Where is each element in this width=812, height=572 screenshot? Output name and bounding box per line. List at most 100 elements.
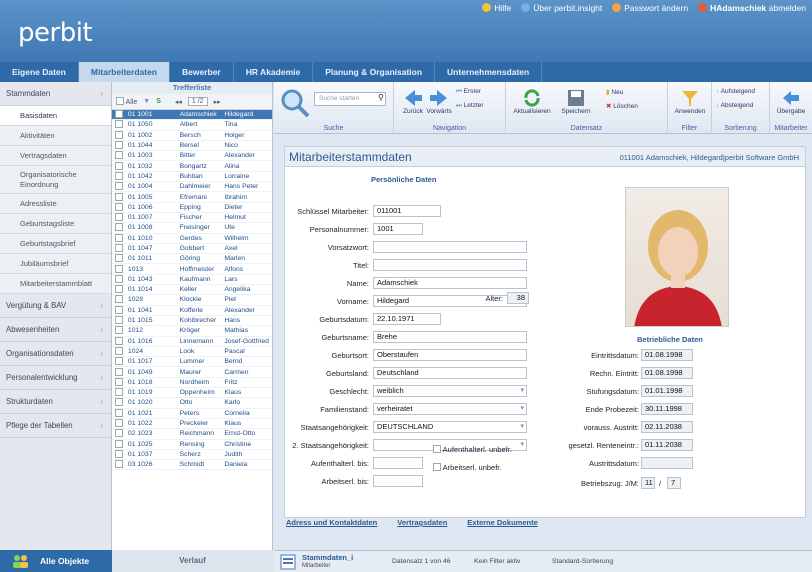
change-password-link[interactable]: Passwort ändern [612,3,688,13]
table-row[interactable]: 01 1018 Nordheim Fritz [112,377,272,389]
table-row[interactable]: 1024 Look Pascal [112,346,272,358]
field-input[interactable]: 1001 [373,223,423,235]
table-row[interactable]: 01 1019 Oppenheim Klaus [112,388,272,399]
back-button[interactable]: Zurück [402,88,424,115]
table-row[interactable]: 01 1006 Epping Dieter [112,202,272,213]
field-input[interactable]: verheiratet [373,403,527,415]
field-input[interactable]: Brehe [373,331,527,343]
row-checkbox[interactable] [112,151,126,160]
refresh-button[interactable]: Aktualisieren [508,88,556,115]
pager-input[interactable]: 1 /2 [187,97,208,106]
pager-next-icon[interactable]: ▸▸ [214,98,221,106]
row-checkbox[interactable] [112,264,126,274]
field-input[interactable]: Adamschiek [373,277,527,289]
table-row[interactable]: 01 1015 Kohlbrecher Hans [112,316,272,327]
table-row[interactable]: 01 1025 Rensing Christine [112,439,272,450]
table-row[interactable]: 01 1037 Scherz Judith [112,449,272,461]
row-checkbox[interactable] [112,377,126,387]
table-row[interactable]: 01 1050 Albert Tina [112,120,272,131]
new-button[interactable]: ▮ Neu [606,88,623,96]
table-row[interactable]: 01 1011 Göring Marlen [112,254,272,265]
apply-filter-button[interactable]: Anwenden [672,88,708,115]
field-input[interactable]: DEUTSCHLAND [373,421,527,433]
tab-bewerber[interactable]: Bewerber [170,62,234,82]
tab-hr-akademie[interactable]: HR Akademie [234,62,314,82]
table-row[interactable]: 01 1032 Bongartz Alina [112,161,272,172]
row-checkbox[interactable] [112,346,126,356]
table-row[interactable]: 01 1049 Maurer Carmen [112,367,272,378]
sidebar-group-stammdaten[interactable]: Stammdaten [0,82,111,106]
search-input[interactable]: Suche starten [314,92,386,106]
row-checkbox[interactable] [112,202,126,212]
forward-button[interactable]: Vorwärts [426,88,452,115]
field-input[interactable] [373,241,527,253]
table-row[interactable]: 01 1005 Efremani Ibrahim [112,192,272,203]
filter-icon[interactable]: ▼ [143,98,150,105]
table-row[interactable]: 1012 Kröger Mathias [112,326,272,337]
row-checkbox[interactable] [112,439,126,449]
row-checkbox[interactable] [112,192,126,202]
field-input[interactable] [373,475,423,487]
sidebar-item-org-einordnung[interactable]: Organisatorische Einordnung [0,166,111,194]
sidebar-item-basisdaten[interactable]: Basisdaten [0,106,111,126]
sidebar-group-organisationsdaten[interactable]: Organisationsdaten [0,342,111,366]
sidebar-item-aktivitaeten[interactable]: Aktivitäten [0,126,111,146]
table-row[interactable]: 02 1023 Reichmann Ernst-Otto [112,429,272,440]
row-checkbox[interactable] [112,460,126,469]
refresh-list-icon[interactable]: S [156,98,161,105]
residence-unlimited-checkbox[interactable]: Aufenthalterl. unbefr. [433,445,512,454]
tab-unternehmensdaten[interactable]: Unternehmensdaten [435,62,543,82]
table-row[interactable]: 01 1008 Freisinger Ute [112,223,272,234]
table-row[interactable]: 01 1017 Lummer Bernd [112,357,272,368]
transfer-button[interactable]: Übergabe [772,88,810,115]
row-checkbox[interactable] [112,233,126,243]
work-permit-unlimited-checkbox[interactable]: Arbeitserl. unbefr. [433,463,501,472]
row-checkbox[interactable] [112,398,126,407]
tab-contract-data[interactable]: Vertragsdaten [397,518,447,527]
field-input[interactable]: Hildegard [373,295,527,307]
table-row[interactable]: 01 1016 Linnemann Josef-Gottfried [112,336,272,347]
save-button[interactable]: Speichern [558,88,594,115]
row-checkbox[interactable] [112,130,126,140]
table-row[interactable]: 01 1042 Buhltan Lorraine [112,171,272,183]
table-row[interactable]: 01 1004 Dahlmeier Hans Peter [112,182,272,193]
row-checkbox[interactable] [112,141,126,150]
table-row[interactable]: 01 1022 Preckeler Klaus [112,419,272,430]
search-icon[interactable]: ⚲ [378,93,384,102]
field-input[interactable] [373,259,527,271]
field-input[interactable] [373,457,423,469]
row-checkbox[interactable] [112,388,126,397]
sidebar-group-strukturdaten[interactable]: Strukturdaten [0,390,111,414]
sidebar-group-personalentwicklung[interactable]: Personalentwicklung [0,366,111,390]
field-input[interactable]: Oberstaufen [373,349,527,361]
logout-link[interactable]: HAdamschiek abmelden [698,3,806,13]
delete-button[interactable]: ✖ Löschen [606,102,638,110]
sidebar-item-stammblatt[interactable]: Mitarbeiterstammblatt [0,274,111,294]
table-row[interactable]: 01 1047 Gobbert Axel [112,244,272,255]
tab-address-contact[interactable]: Adress und Kontaktdaten [286,518,377,527]
magnifier-icon[interactable] [280,88,310,118]
first-button[interactable]: ⏮ Erster [456,88,481,96]
row-checkbox[interactable] [112,449,126,459]
tab-external-docs[interactable]: Externe Dokumente [467,518,537,527]
row-checkbox[interactable] [112,182,126,191]
row-checkbox[interactable] [112,254,126,263]
table-row[interactable]: 01 1001 Adamschiek Hildegard [112,110,272,121]
table-row[interactable]: 01 1010 Gerdes Wilhelm [112,233,272,244]
table-row[interactable]: 01 1041 Kofferle Alexander [112,305,272,316]
select-all-checkbox[interactable]: Alle [116,97,137,106]
row-checkbox[interactable] [112,305,126,315]
row-checkbox[interactable] [112,367,126,377]
sidebar-item-vertragsdaten[interactable]: Vertragsdaten [0,146,111,166]
table-row[interactable]: 1028 Klockie Piet [112,295,272,306]
sidebar-group-verguetung[interactable]: Vergütung & BAV [0,294,111,318]
field-input[interactable]: 011001 [373,205,441,217]
row-checkbox[interactable] [112,171,126,181]
row-checkbox[interactable] [112,110,126,119]
sidebar-item-adressliste[interactable]: Adressliste [0,194,111,214]
table-row[interactable]: 01 1002 Bersch Holger [112,130,272,141]
row-checkbox[interactable] [112,274,126,284]
table-row[interactable]: 01 1021 Peters Cornelia [112,408,272,419]
sidebar-item-geburtstagsbrief[interactable]: Geburtstagsbrief [0,234,111,254]
history-panel-label[interactable]: Verlauf [112,550,273,572]
